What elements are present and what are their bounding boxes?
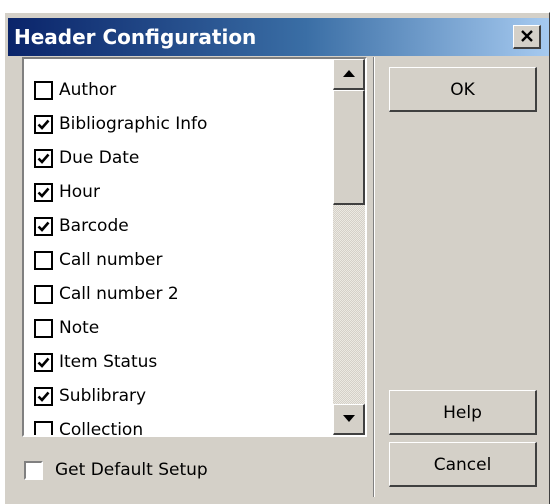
- list-item-checkbox[interactable]: [34, 148, 53, 168]
- header-fields-list[interactable]: Author Bibliographic Info Due Date Hour Barc…: [22, 57, 367, 437]
- list-item-label: Hour: [59, 182, 100, 202]
- list-item[interactable]: Collection: [34, 413, 334, 437]
- arrow-down-icon: [343, 415, 355, 422]
- list-item-label: Item Status: [59, 352, 158, 372]
- get-default-setup-option[interactable]: Get Default Setup: [24, 455, 208, 485]
- list-item[interactable]: Item Status: [34, 345, 334, 379]
- list-item[interactable]: Barcode: [34, 209, 334, 243]
- close-icon: [521, 30, 533, 42]
- get-default-setup-checkbox[interactable]: [24, 460, 43, 480]
- list-item-checkbox[interactable]: [34, 114, 53, 134]
- scroll-up-button[interactable]: [333, 59, 365, 90]
- scroll-thumb[interactable]: [333, 90, 365, 205]
- checkmark-icon: [37, 187, 50, 198]
- title-bar[interactable]: Header Configuration: [8, 18, 549, 56]
- list-item[interactable]: Hour: [34, 175, 334, 209]
- list-item[interactable]: Bibliographic Info: [34, 107, 334, 141]
- list-item-label: Call number 2: [59, 284, 179, 304]
- list-item-checkbox[interactable]: [34, 284, 53, 304]
- list-item-label: Sublibrary: [59, 386, 147, 406]
- list-item-checkbox[interactable]: [34, 216, 53, 236]
- list-item[interactable]: Author: [34, 73, 334, 107]
- list-item-checkbox[interactable]: [34, 80, 53, 100]
- list-item-checkbox[interactable]: [34, 182, 53, 202]
- arrow-up-icon: [343, 70, 355, 77]
- list-item-label: Barcode: [59, 216, 129, 236]
- dialog-title: Header Configuration: [14, 25, 257, 49]
- ok-button[interactable]: OK: [389, 67, 537, 112]
- list-item-checkbox[interactable]: [34, 386, 53, 406]
- close-button[interactable]: [513, 25, 541, 49]
- list-item[interactable]: Note: [34, 311, 334, 345]
- list-item-label: Collection: [59, 420, 144, 437]
- list-item-label: Note: [59, 318, 100, 338]
- list-item-label: Due Date: [59, 148, 140, 168]
- get-default-setup-label: Get Default Setup: [55, 460, 208, 480]
- list-item-label: Author: [59, 80, 117, 100]
- list-item-checkbox[interactable]: [34, 318, 53, 338]
- list-item-label: Call number: [59, 250, 163, 270]
- cancel-button[interactable]: Cancel: [389, 442, 537, 487]
- list-item[interactable]: Sublibrary: [34, 379, 334, 413]
- vertical-divider: [373, 57, 375, 497]
- list-item[interactable]: Due Date: [34, 141, 334, 175]
- checkmark-icon: [37, 357, 50, 368]
- list-item[interactable]: Call number 2: [34, 277, 334, 311]
- scroll-down-button[interactable]: [333, 404, 365, 435]
- list-item-checkbox[interactable]: [34, 250, 53, 270]
- vertical-scrollbar[interactable]: [333, 59, 365, 435]
- checkmark-icon: [37, 153, 50, 164]
- checkmark-icon: [37, 119, 50, 130]
- list-item-checkbox[interactable]: [34, 352, 53, 372]
- list-item-checkbox[interactable]: [34, 420, 53, 435]
- list-item[interactable]: Call number: [34, 243, 334, 277]
- list-item-label: Bibliographic Info: [59, 114, 208, 134]
- checkmark-icon: [37, 391, 50, 402]
- checkmark-icon: [37, 221, 50, 232]
- help-button[interactable]: Help: [389, 390, 537, 435]
